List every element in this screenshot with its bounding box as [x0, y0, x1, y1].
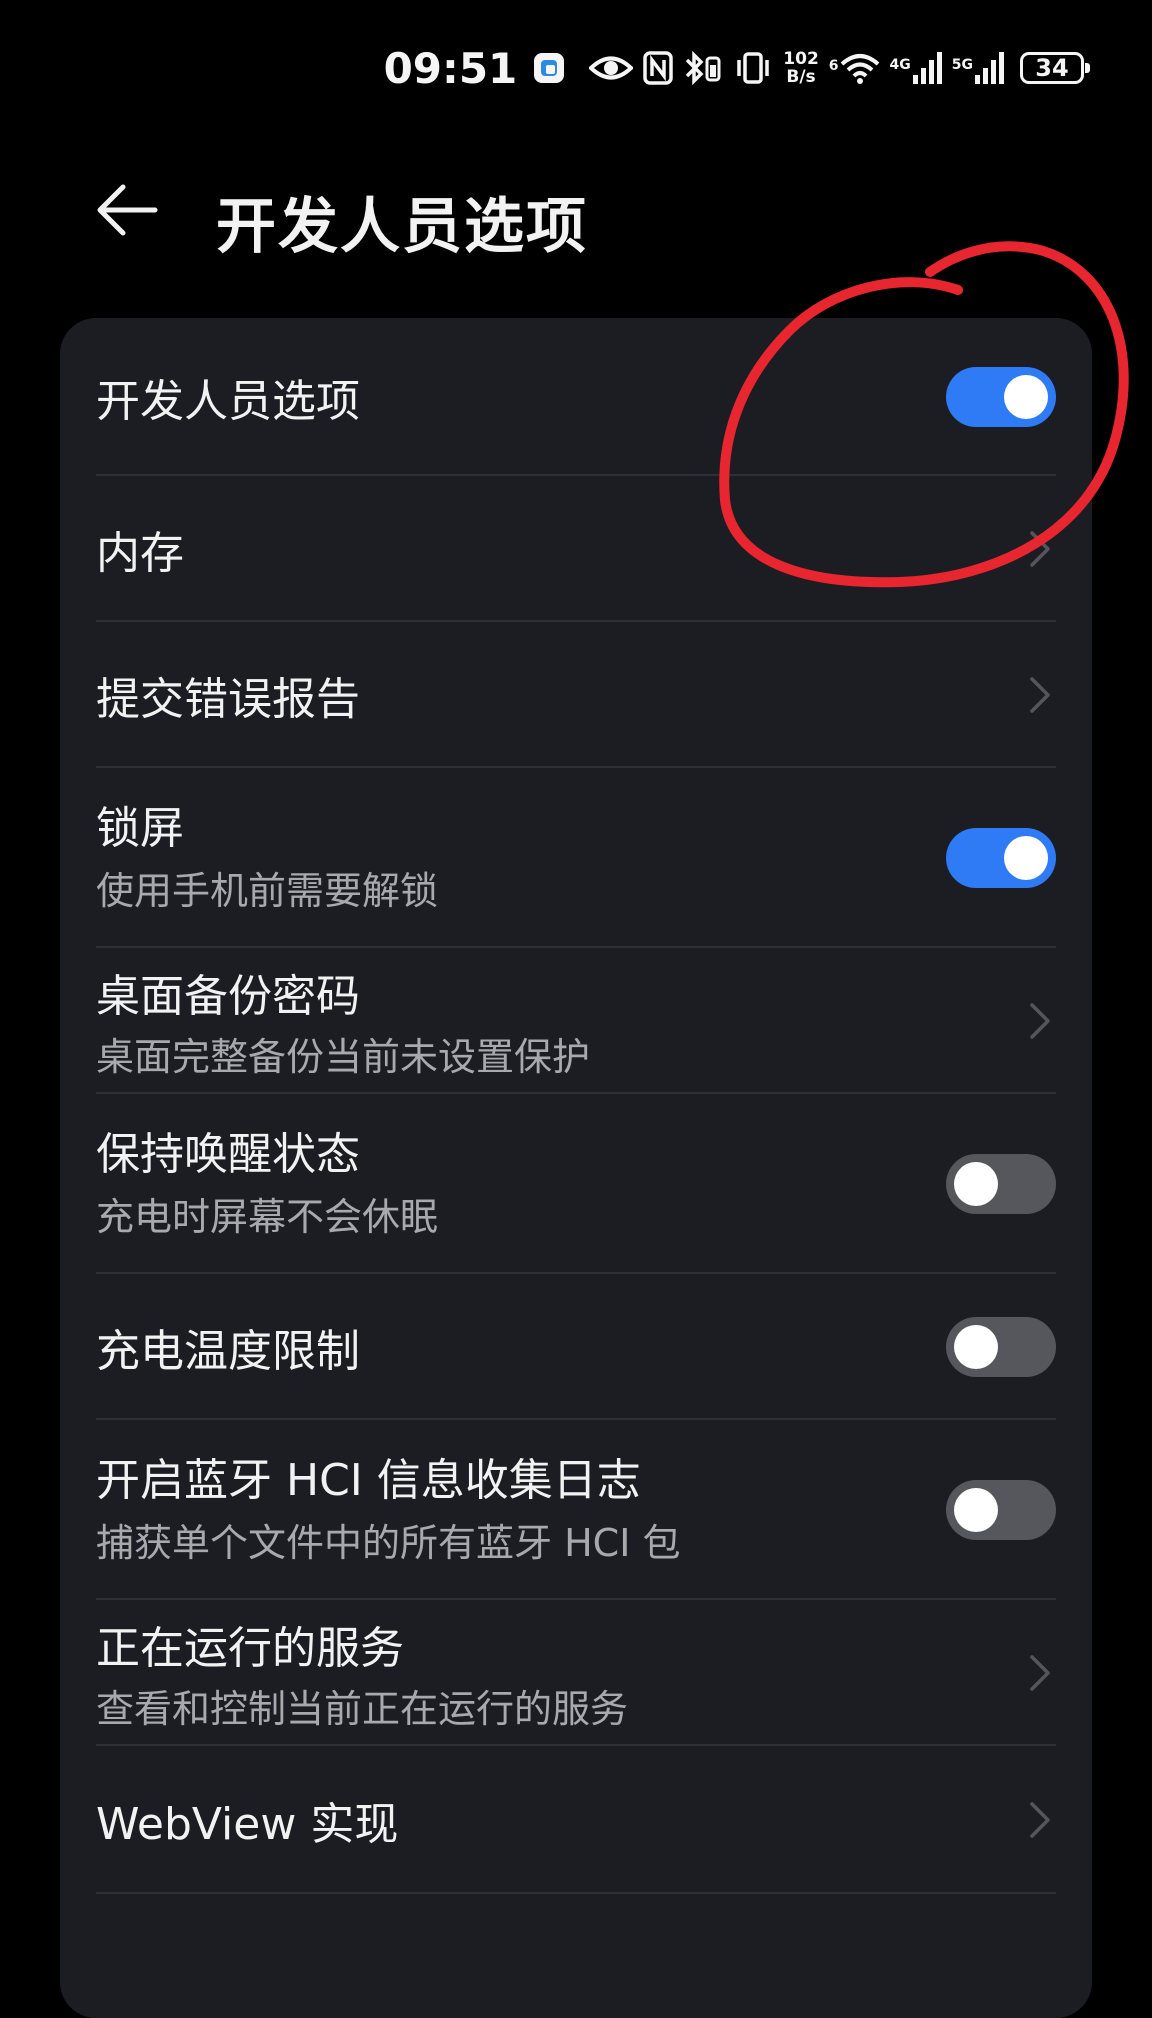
signal-2-label: 5G	[951, 57, 973, 73]
setting-memory[interactable]: 内存	[96, 476, 1056, 622]
toggle-knob	[954, 1488, 998, 1532]
signal-bars-icon	[974, 51, 1004, 85]
setting-title: 锁屏	[96, 803, 184, 854]
chevron-right-icon	[1030, 531, 1050, 567]
setting-subtitle: 桌面完整备份当前未设置保护	[96, 1035, 591, 1079]
toggle-knob	[954, 1325, 998, 1369]
setting-title: 提交错误报告	[96, 674, 360, 725]
network-speed-value: 102	[783, 49, 819, 69]
setting-developer-options[interactable]: 开发人员选项	[96, 318, 1056, 476]
setting-title: 开启蓝牙 HCI 信息收集日志	[96, 1455, 641, 1506]
app-notification-icon	[533, 52, 565, 84]
toggle-knob	[954, 1162, 998, 1206]
stay-awake-toggle[interactable]	[946, 1154, 1056, 1214]
setting-title: 充电温度限制	[96, 1326, 360, 1377]
setting-title: 正在运行的服务	[96, 1623, 404, 1674]
setting-subtitle: 使用手机前需要解锁	[96, 869, 439, 913]
setting-title: 内存	[96, 528, 184, 579]
setting-backup-password[interactable]: 桌面备份密码 桌面完整备份当前未设置保护	[96, 948, 1056, 1094]
setting-subtitle: 捕获单个文件中的所有蓝牙 HCI 包	[96, 1521, 681, 1565]
setting-bug-report[interactable]: 提交错误报告	[96, 622, 1056, 768]
status-icons: 09:51 102 B/s 6 4G 5G 34	[383, 40, 1090, 96]
setting-stay-awake[interactable]: 保持唤醒状态 充电时屏幕不会休眠	[96, 1094, 1056, 1274]
cellular-signal-2: 5G	[952, 51, 1004, 85]
status-bar: 09:51 102 B/s 6 4G 5G 34	[0, 40, 1152, 96]
nfc-icon	[643, 51, 674, 85]
setting-lock-screen[interactable]: 锁屏 使用手机前需要解锁	[96, 768, 1056, 948]
page-title: 开发人员选项	[216, 192, 588, 262]
network-speed-unit: B/s	[786, 67, 816, 87]
lock-screen-toggle[interactable]	[946, 828, 1056, 888]
toggle-knob	[1004, 836, 1048, 880]
cellular-signal-1: 4G	[890, 51, 942, 85]
setting-title: 保持唤醒状态	[96, 1129, 360, 1180]
eye-comfort-icon	[589, 53, 634, 83]
battery-icon: 34	[1020, 52, 1090, 84]
setting-webview[interactable]: WebView 实现	[96, 1746, 1056, 1894]
setting-title: WebView 实现	[96, 1799, 399, 1850]
chevron-right-icon	[1030, 1655, 1050, 1691]
setting-subtitle: 充电时屏幕不会休眠	[96, 1195, 439, 1239]
bluetooth-battery-icon	[683, 50, 723, 86]
back-arrow-icon	[97, 184, 158, 236]
setting-subtitle: 查看和控制当前正在运行的服务	[96, 1687, 629, 1731]
settings-list: 开发人员选项 内存 提交错误报告 锁屏 使用手机前需要解锁 桌面备份密码 桌面完…	[60, 318, 1092, 2018]
wifi-icon	[840, 52, 880, 84]
setting-title: 桌面备份密码	[96, 971, 360, 1022]
setting-charge-temp-limit[interactable]: 充电温度限制	[96, 1274, 1056, 1420]
wifi-label: 6	[828, 58, 839, 74]
developer-options-toggle[interactable]	[946, 367, 1056, 427]
status-time: 09:51	[383, 43, 518, 93]
setting-title: 开发人员选项	[96, 376, 360, 427]
back-button[interactable]	[92, 180, 162, 240]
wifi-status: 6	[829, 52, 880, 84]
toggle-knob	[1004, 375, 1048, 419]
signal-1-label: 4G	[889, 57, 911, 73]
bluetooth-hci-log-toggle[interactable]	[946, 1480, 1056, 1540]
chevron-right-icon	[1030, 677, 1050, 713]
setting-bluetooth-hci-log[interactable]: 开启蓝牙 HCI 信息收集日志 捕获单个文件中的所有蓝牙 HCI 包	[96, 1420, 1056, 1600]
battery-level: 34	[1035, 54, 1069, 82]
chevron-right-icon	[1030, 1003, 1050, 1039]
vibrate-icon	[733, 51, 773, 85]
setting-running-services[interactable]: 正在运行的服务 查看和控制当前正在运行的服务	[96, 1600, 1056, 1746]
network-speed: 102 B/s	[783, 50, 819, 86]
app-header: 开发人员选项	[0, 160, 1152, 262]
signal-bars-icon	[912, 51, 942, 85]
chevron-right-icon	[1030, 1802, 1050, 1838]
charge-temp-limit-toggle[interactable]	[946, 1317, 1056, 1377]
